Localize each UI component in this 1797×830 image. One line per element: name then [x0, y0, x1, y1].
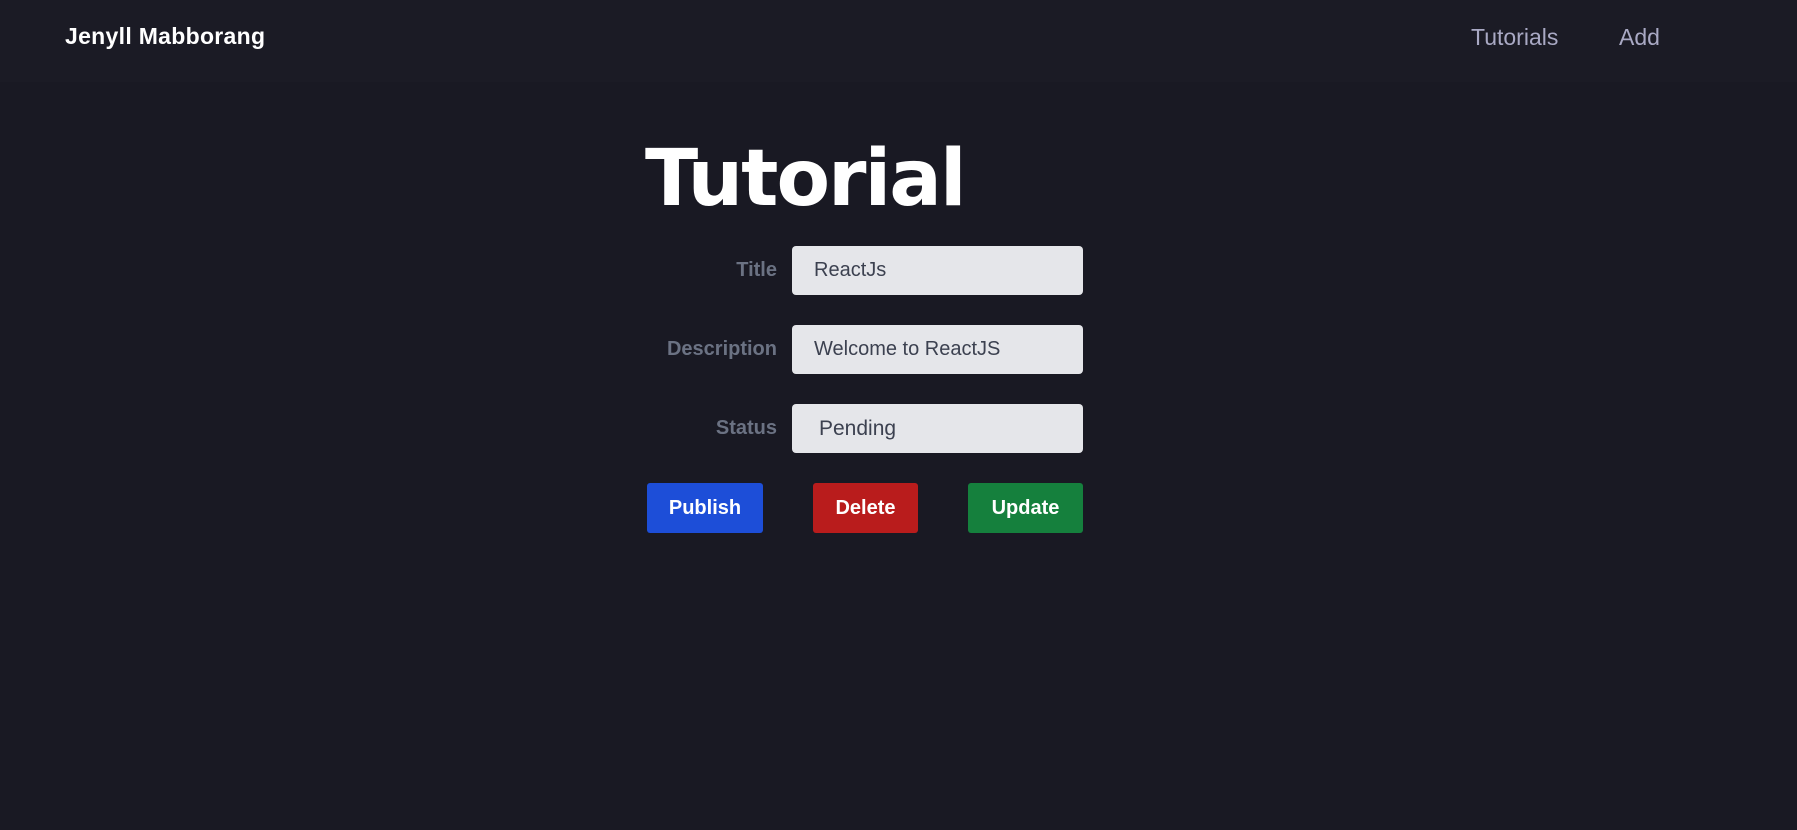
brand-link[interactable]: Jenyll Mabborang [65, 23, 265, 50]
title-input[interactable] [792, 246, 1083, 295]
publish-button[interactable]: Publish [647, 483, 763, 533]
status-row: Status Pending [645, 404, 1083, 453]
status-select[interactable]: Pending [792, 404, 1083, 453]
description-label: Description [666, 338, 777, 360]
delete-button[interactable]: Delete [813, 483, 918, 533]
title-row: Title [645, 246, 1083, 295]
description-input[interactable] [792, 325, 1083, 374]
title-label: Title [736, 259, 777, 281]
nav-link-tutorials[interactable]: Tutorials [1471, 24, 1558, 51]
description-row: Description [645, 325, 1083, 374]
top-navbar: Jenyll Mabborang Tutorials Add [0, 0, 1797, 82]
status-label: Status [715, 417, 777, 439]
update-button[interactable]: Update [968, 483, 1083, 533]
nav-link-add[interactable]: Add [1619, 24, 1660, 51]
page-title: Tutorial [645, 134, 967, 224]
